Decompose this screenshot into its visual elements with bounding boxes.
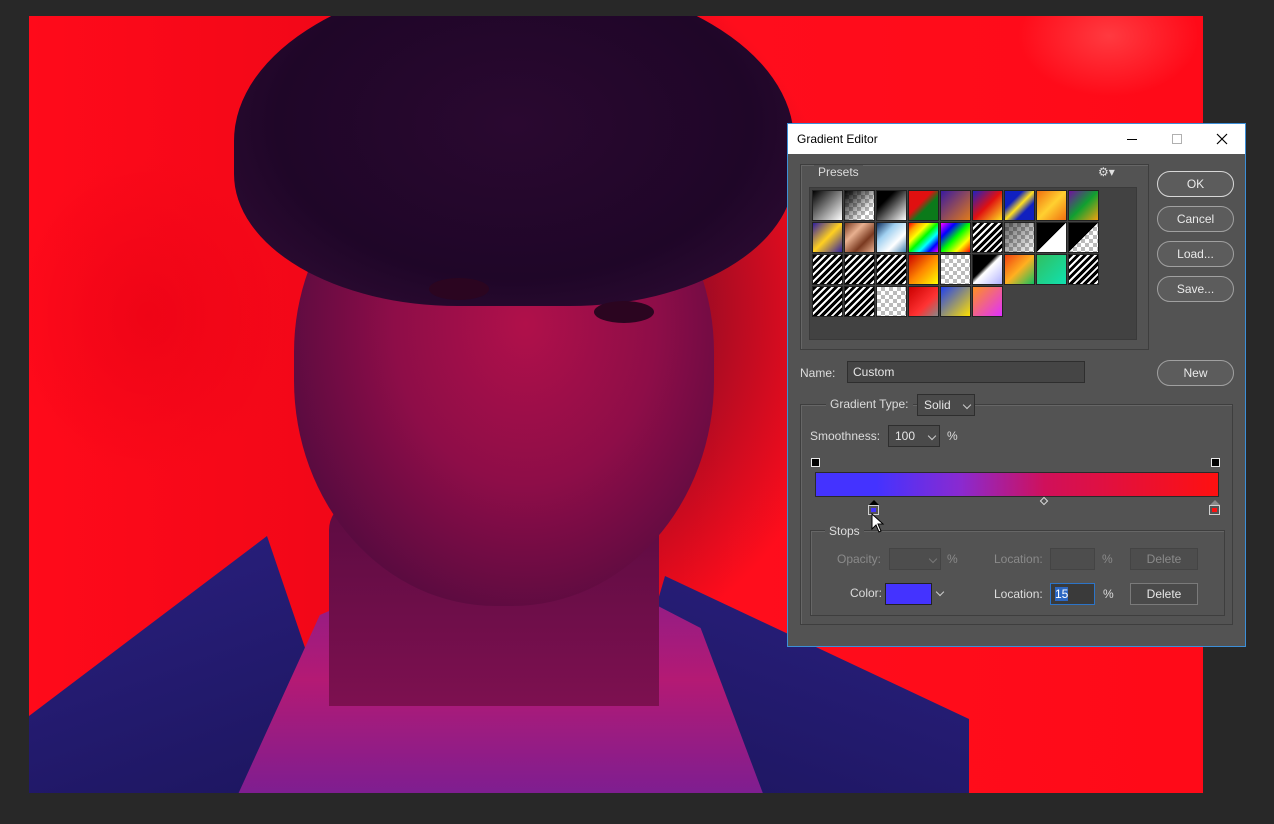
preset-swatch-transparent-rainbow[interactable] [940,222,971,253]
preset-swatch-black-white-stripes[interactable] [972,254,1003,285]
presets-label: Presets [814,165,863,179]
color-location-value: 15 [1055,587,1069,601]
new-button[interactable]: New [1157,360,1234,386]
opacity-delete-button: Delete [1130,548,1198,570]
close-icon [1216,133,1228,145]
opacity-location-percent: % [1102,552,1113,566]
preset-swatch-violet-orange[interactable] [940,190,971,221]
name-input[interactable] [847,361,1085,383]
color-location-percent: % [1103,587,1114,601]
preset-swatch-red-yellow[interactable] [908,254,939,285]
gradient-type-value: Solid [924,398,951,412]
opacity-percent: % [947,552,958,566]
preset-swatch-orange-green[interactable] [1004,254,1035,285]
opacity-location-label: Location: [994,552,1043,566]
preset-swatch-black-transparent[interactable] [844,190,875,221]
preset-swatch-orange-magenta[interactable] [972,286,1003,317]
preset-swatch-red-transparent[interactable] [908,286,939,317]
preset-swatch-black-white-2[interactable] [876,190,907,221]
smoothness-label: Smoothness: [810,429,881,443]
cancel-button[interactable]: Cancel [1157,206,1234,232]
photo-eye-left [429,278,489,300]
gradient-type-label: Gradient Type: [826,397,913,411]
gradient-type-select[interactable]: Solid [917,394,975,416]
preset-swatch-neutral-density[interactable] [1004,222,1035,253]
photo-hair [234,16,794,306]
color-location-input[interactable]: 15 [1050,583,1095,605]
chevron-down-icon [927,431,937,441]
preset-swatch-stripes-3[interactable] [876,254,907,285]
preset-swatch-red-green[interactable] [908,190,939,221]
color-stop-selected[interactable] [868,500,879,515]
opacity-input [889,548,941,570]
opacity-label: Opacity: [837,552,882,566]
dialog-title: Gradient Editor [797,132,878,146]
preset-swatch-copper[interactable] [844,222,875,253]
preset-swatch-stripes-4[interactable] [844,286,875,317]
minimize-icon [1127,138,1137,140]
preset-swatch-transparent-stripes[interactable] [972,222,1003,253]
chevron-down-icon [928,554,938,564]
opacity-stop-left[interactable] [811,454,820,467]
color-stop-right[interactable] [1209,500,1220,515]
load-button[interactable]: Load... [1157,241,1234,267]
preset-swatch-yellow-violet-orange-blue[interactable] [812,222,843,253]
opacity-location-input [1050,548,1095,570]
preset-swatch-checker-white[interactable] [940,254,971,285]
preset-swatch-green-teal[interactable] [1036,254,1067,285]
maximize-button[interactable] [1154,124,1200,154]
preset-swatch-blue-yellow-blue[interactable] [1004,190,1035,221]
close-button[interactable] [1199,124,1245,154]
photo-eye-right [594,301,654,323]
preset-swatch-white-stripes[interactable] [812,286,843,317]
ok-button[interactable]: OK [1157,171,1234,197]
color-label: Color: [850,586,883,600]
maximize-icon [1172,134,1182,144]
presets-grid [809,187,1137,340]
mouse-cursor-icon [871,513,885,533]
stop-color-swatch[interactable] [885,583,932,605]
opacity-stop-right[interactable] [1211,454,1220,467]
color-delete-button[interactable]: Delete [1130,583,1198,605]
smoothness-percent: % [947,429,958,443]
color-location-label: Location: [994,587,1043,601]
preset-swatch-violet-green-orange[interactable] [1068,190,1099,221]
preset-swatch-stripes-1[interactable] [812,254,843,285]
preset-swatch-stripes-2[interactable] [844,254,875,285]
preset-swatch-black-checker[interactable] [1068,222,1099,253]
stops-label: Stops [825,524,864,538]
preset-swatch-black-white[interactable] [812,190,843,221]
preset-swatch-chrome[interactable] [876,222,907,253]
presets-gear-icon[interactable]: ⚙▾ [1098,165,1116,179]
save-button[interactable]: Save... [1157,276,1234,302]
gradient-preview-bar[interactable] [815,472,1219,497]
chevron-down-icon [962,400,972,410]
preset-swatch-orange-yellow-orange[interactable] [1036,190,1067,221]
preset-swatch-foreground-transparent[interactable] [1036,222,1067,253]
preset-swatch-blue-yellow[interactable] [940,286,971,317]
preset-swatch-checker-light[interactable] [876,286,907,317]
gradient-editor-dialog: Gradient Editor Presets ⚙▾ OK Cancel Loa… [787,123,1246,647]
preset-swatch-blue-red-yellow[interactable] [972,190,1003,221]
preset-swatch-spectrum[interactable] [908,222,939,253]
minimize-button[interactable] [1109,124,1155,154]
smoothness-value: 100 [895,429,916,443]
name-label: Name: [800,366,836,380]
title-bar[interactable]: Gradient Editor [788,124,1245,154]
smoothness-input[interactable]: 100 [888,425,940,447]
preset-swatch-black-stripes[interactable] [1068,254,1099,285]
